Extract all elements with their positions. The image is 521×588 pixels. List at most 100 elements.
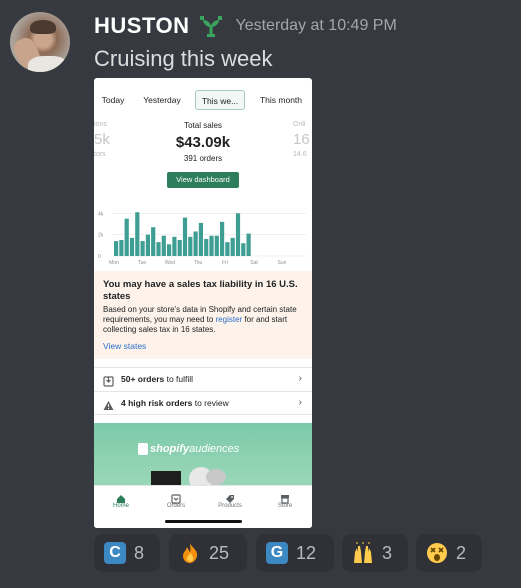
reaction-count: 12 [296, 542, 317, 563]
reaction-g[interactable]: G 12 [256, 534, 334, 572]
stat-sub: tors [94, 151, 106, 158]
stat-label: ions [94, 121, 107, 128]
nav-label: Home [112, 503, 129, 509]
stat-total-sales: Total sales $43.09k 391 orders [148, 121, 258, 163]
chart-bar [140, 241, 145, 256]
chart-bar [214, 235, 219, 256]
stat-sub: 391 orders [183, 154, 223, 163]
home-indicator [165, 520, 242, 523]
stat-value: 5k [94, 131, 110, 148]
x-tick-label: Sat [250, 260, 258, 266]
chart-bar [114, 241, 119, 256]
chart-bar [119, 240, 124, 256]
chart-bar [230, 237, 235, 256]
nav-home[interactable]: Home [101, 489, 141, 509]
reaction-count: 25 [209, 542, 230, 563]
chart-bar [225, 242, 230, 256]
chart-bar [182, 217, 188, 256]
bottom-navigation: Home Orders Products Store [94, 485, 312, 528]
stat-sub: 14.6 [293, 151, 307, 158]
sales-tax-notice: You may have a sales tax liability in 16… [94, 271, 312, 359]
shopify-audiences-banner[interactable]: shopifyaudiences [94, 423, 312, 491]
reaction-letter: C [104, 542, 126, 564]
message-header: HUSTON Yesterday at 10:49 PM [94, 11, 397, 41]
chart-bar [172, 236, 177, 256]
stat-value: $43.09k [175, 134, 231, 151]
tag-icon [225, 491, 235, 503]
stat-label: Onli [293, 121, 306, 128]
reaction-c[interactable]: C 8 [94, 534, 160, 572]
chart-bar [151, 227, 156, 256]
banner-thumbnail [206, 469, 226, 485]
task-orders-to-fulfill[interactable]: 50+ orders to fulfill › [94, 367, 312, 391]
banner-suffix: audiences [189, 443, 240, 455]
warning-icon [103, 398, 114, 410]
reaction-raising-hands[interactable]: 3 [342, 534, 408, 572]
chart-bar [246, 233, 251, 256]
banner-brand: shopify [150, 443, 190, 455]
reaction-fire[interactable]: 25 [169, 534, 247, 572]
stat-label: Total sales [184, 121, 222, 130]
x-tick-label: Tue [138, 260, 147, 266]
sales-bar-chart: 4k 2k 0 Mon Tue Wed Thu Fri Sat Sun [98, 211, 306, 266]
register-link[interactable]: register [216, 315, 243, 324]
user-avatar[interactable] [10, 12, 70, 72]
chart-bar [188, 236, 193, 256]
view-states-link[interactable]: View states [103, 341, 146, 351]
x-tick-label: Sun [278, 260, 287, 266]
stat-value: 16 [293, 131, 310, 148]
shopify-bag-icon [138, 443, 148, 455]
chart-bar [156, 242, 161, 256]
image-attachment[interactable]: Today Yesterday This we... This month io… [94, 78, 312, 528]
letter-c-icon: C [104, 542, 126, 564]
reaction-count: 2 [456, 542, 467, 563]
reaction-count: 3 [382, 542, 393, 563]
banner-thumbnail [151, 471, 181, 485]
orders-icon [171, 491, 181, 504]
y-tick-label: 2k [98, 233, 104, 239]
stat-sessions-partial: ions 5k tors [94, 121, 110, 158]
reaction-dizzy-face[interactable]: 2 [416, 534, 482, 572]
message-timestamp[interactable]: Yesterday at 10:49 PM [236, 17, 397, 35]
chart-bar [220, 221, 225, 256]
raising-hands-icon [352, 542, 374, 564]
task-bold: 4 high risk orders [121, 398, 193, 408]
username[interactable]: HUSTON [94, 13, 190, 39]
chart-bar [129, 237, 135, 256]
chart-bar [135, 212, 140, 256]
chart-bar [204, 238, 209, 256]
chart-bar [209, 235, 214, 256]
reaction-letter: G [266, 542, 288, 564]
task-rest: to review [192, 398, 229, 408]
y-tick-label: 4k [98, 211, 104, 217]
chart-bar [235, 213, 241, 256]
home-icon [116, 491, 126, 503]
inbox-icon [103, 374, 114, 387]
task-high-risk-orders[interactable]: 4 high risk orders to review › [94, 391, 312, 415]
view-dashboard-button[interactable]: View dashboard [167, 172, 239, 188]
nav-store[interactable]: Store [265, 489, 305, 509]
tab-this-month[interactable]: This month [256, 90, 306, 110]
tab-yesterday[interactable]: Yesterday [140, 90, 184, 110]
chart-bar [198, 222, 203, 256]
nav-orders[interactable]: Orders [156, 489, 196, 509]
task-rest: to fulfill [164, 374, 194, 384]
x-tick-label: Mon [109, 260, 119, 266]
chevron-right-icon: › [298, 397, 302, 408]
tab-today[interactable]: Today [98, 90, 128, 110]
task-label: 4 high risk orders to review [121, 398, 229, 408]
nav-products[interactable]: Products [210, 489, 250, 509]
chart-bar [161, 235, 166, 256]
x-tick-label: Fri [222, 260, 228, 266]
store-icon [280, 491, 290, 504]
tab-this-week[interactable]: This we... [195, 90, 245, 110]
dizzy-face-icon [426, 542, 448, 564]
nav-label: Products [218, 503, 242, 509]
letter-g-icon: G [266, 542, 288, 564]
message-text: Cruising this week [94, 46, 273, 71]
x-tick-label: Thu [194, 260, 203, 266]
reaction-count: 8 [134, 542, 145, 563]
tax-notice-body: Based on your store's data in Shopify an… [103, 305, 303, 335]
nav-label: Store [277, 503, 293, 509]
date-range-tabs: Today Yesterday This we... This month [94, 90, 312, 110]
